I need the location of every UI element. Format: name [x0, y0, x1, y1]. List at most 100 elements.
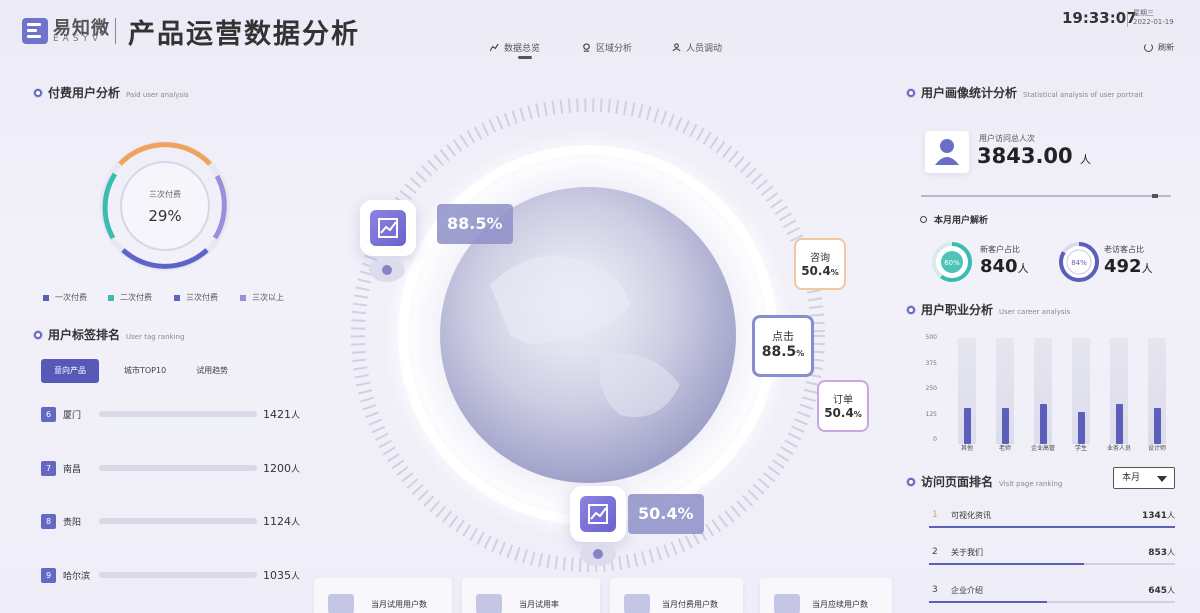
refresh-label: 刷新: [1158, 43, 1174, 52]
rank-city: 厦门: [63, 410, 82, 421]
section-subtitle: Paid user analysis: [126, 91, 189, 99]
rank-value: 1124人: [263, 514, 301, 528]
y-tick-label: 125: [925, 410, 937, 418]
section-title: 用户标签排名: [48, 328, 121, 342]
tab-label: 人员调动: [686, 44, 723, 54]
top-percentage: 88.5%: [437, 204, 513, 244]
badge-anchor-icon: [580, 542, 616, 566]
refresh-button[interactable]: 刷新: [1144, 42, 1174, 53]
bar-background: [996, 338, 1014, 444]
badge-anchor-icon: [369, 258, 405, 282]
subtitle-text: 本月用户解析: [934, 216, 989, 226]
rank-number: 7: [41, 460, 56, 476]
rank-row: 9 哈尔滨 1035人: [41, 565, 303, 585]
rank-row: 6 厦门 1421人: [41, 404, 303, 424]
user-icon: [935, 139, 959, 165]
period-select[interactable]: 本月: [1113, 467, 1175, 489]
section-dot-icon: [907, 88, 915, 97]
new-customer-ring: 60%: [932, 242, 972, 282]
bar: [1040, 404, 1047, 444]
stat-card-label: 当月试用率: [519, 600, 559, 609]
trend-chart-icon: [370, 210, 406, 246]
old-visitor-label: 老访客占比: [1104, 245, 1144, 254]
rank-number: 6: [41, 406, 56, 422]
rank-city: 南昌: [63, 464, 82, 475]
page-rank-row: 3 企业介绍 645人: [929, 585, 1175, 611]
legend-label: 三次付费: [186, 293, 218, 302]
bubble-label: 订单: [833, 395, 853, 406]
legend-swatch: [43, 294, 49, 301]
stat-card-label: 当月应续用户数: [812, 600, 868, 609]
tab-trial-trend[interactable]: 试用趋势: [183, 359, 241, 383]
stat-card-label: 当月试用用户数: [371, 600, 427, 609]
chart-line-icon: [490, 43, 499, 52]
ring-icon: [920, 216, 927, 223]
bubble-label: 咨询: [810, 253, 830, 264]
section-dot-icon: [907, 305, 915, 314]
users-icon: [328, 594, 354, 613]
legend-label: 一次付费: [55, 293, 87, 302]
visit-label: 用户访问总人次: [979, 134, 1035, 143]
bubble-label: 点击: [772, 330, 794, 343]
section-dot-icon: [34, 330, 42, 339]
bubble-value: 50.4%: [801, 264, 839, 278]
tab-intended-product[interactable]: 意向产品: [41, 359, 99, 383]
rate-icon: [476, 594, 502, 613]
stat-card[interactable]: 当月试用用户数: [314, 578, 452, 613]
legend-label: 三次以上: [252, 293, 284, 302]
tab-data-overview[interactable]: 数据总览: [490, 41, 540, 54]
payment-icon: [624, 594, 650, 613]
chevron-down-icon: [1157, 476, 1167, 482]
brand-logo-icon: [22, 18, 48, 44]
rank-value: 1421人: [263, 407, 301, 421]
bar-background: [958, 338, 976, 444]
page-name: 可视化资讯: [951, 511, 991, 520]
old-visitor-value: 492人: [1104, 256, 1153, 277]
legend-swatch: [240, 294, 246, 301]
bar: [1078, 412, 1085, 444]
click-bubble: 点击 88.5%: [752, 315, 814, 377]
bubble-value: 88.5%: [761, 344, 805, 360]
tab-city-top10[interactable]: 城市TOP10: [111, 359, 179, 383]
x-tick-label: 学生: [1074, 445, 1087, 452]
career-bar-chart: 500 375 250 125 0 其他 老师 企业高管 学生 业务人员 设计师: [925, 330, 1175, 455]
visit-progress-marker: [1152, 194, 1158, 198]
stat-card[interactable]: 当月付费用户数: [610, 578, 743, 613]
old-visitor-ring: 84%: [1059, 242, 1099, 282]
trend-badge: [570, 486, 626, 542]
x-tick-label: 其他: [960, 445, 973, 452]
page-rank-bar: [929, 526, 1175, 528]
bubble-value: 50.4%: [824, 406, 862, 420]
legend-item: 二次付费: [108, 292, 152, 303]
legend-item: 三次以上: [240, 292, 284, 303]
rank-bar: [99, 465, 257, 471]
page-title: 产品运营数据分析: [128, 19, 360, 50]
rank-value: 1200人: [263, 461, 301, 475]
paid-users-donut: [100, 141, 230, 271]
section-subtitle: User career analysis: [999, 308, 1071, 316]
ring-pct: 60%: [944, 259, 960, 267]
bar-background: [1072, 338, 1090, 444]
stat-card[interactable]: 当月试用率: [462, 578, 600, 613]
weekday: 星期三: [1133, 9, 1154, 17]
bottom-percentage: 50.4%: [628, 494, 704, 534]
rank-bar: [99, 572, 257, 578]
x-tick-label: 业务人员: [1106, 445, 1131, 452]
rank-row: 8 贵阳 1124人: [41, 511, 303, 531]
career-title: 用户职业分析 User career analysis: [907, 301, 1070, 318]
tag-rank-tabs: 意向产品 城市TOP10 试用趋势: [41, 359, 241, 383]
portrait-title: 用户画像统计分析 Statistical analysis of user po…: [907, 84, 1143, 101]
renewal-icon: [774, 594, 800, 613]
donut-center-label: 三次付费: [149, 190, 181, 199]
page-visits: 1341人: [1141, 511, 1175, 521]
tab-region-analysis[interactable]: 区域分析: [582, 41, 632, 54]
rank-city: 贵阳: [63, 517, 82, 528]
page-rank-index: 1: [932, 510, 938, 520]
x-tick-label: 设计师: [1147, 445, 1166, 452]
clock-divider: [1127, 11, 1128, 27]
stat-card[interactable]: 当月应续用户数: [760, 578, 892, 613]
tab-personnel[interactable]: 人员调动: [672, 41, 722, 54]
y-tick-label: 0: [933, 436, 937, 443]
page-rank-row: 1 可视化资讯 1341人: [929, 510, 1175, 536]
legend-item: 三次付费: [174, 292, 218, 303]
